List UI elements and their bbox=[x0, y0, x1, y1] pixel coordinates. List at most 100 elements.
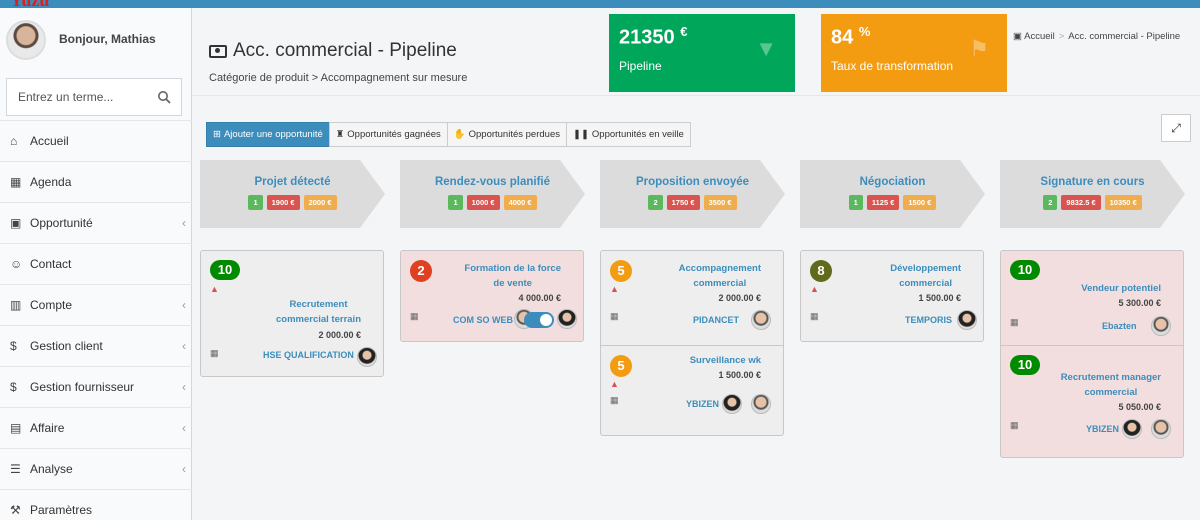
stage-count-badge: 1 bbox=[248, 195, 263, 210]
company-name[interactable]: Ebazten bbox=[1102, 321, 1137, 331]
contact-avatar[interactable] bbox=[722, 394, 742, 414]
opportunity-title[interactable]: Recrutement manager commercial bbox=[1061, 370, 1161, 400]
contact-avatar[interactable] bbox=[1122, 419, 1142, 439]
stage-badges: 2 1750 € 3500 € bbox=[600, 195, 785, 210]
opportunity-title[interactable]: Développement commercial bbox=[890, 261, 961, 291]
opportunity-card[interactable]: 8 ▲ Développement commercial 1 500.00 € ▦… bbox=[800, 250, 984, 342]
sidebar-item-gestion-client[interactable]: $ Gestion client ‹ bbox=[0, 325, 192, 366]
sidebar-item-compte[interactable]: ▥ Compte ‹ bbox=[0, 284, 192, 325]
company-name[interactable]: COM SO WEB bbox=[453, 315, 513, 325]
expand-icon: ⤢ bbox=[1171, 121, 1181, 135]
user-avatar[interactable] bbox=[6, 20, 46, 60]
briefcase-icon: ▤ bbox=[10, 421, 22, 435]
toggle-switch[interactable] bbox=[524, 312, 554, 328]
stage-arrow-shape bbox=[400, 160, 585, 228]
stage-arrow-shape bbox=[1000, 160, 1185, 228]
opportunity-title[interactable]: Formation de la force de vente bbox=[464, 261, 561, 291]
sidebar-item-gestion-fournisseur[interactable]: $ Gestion fournisseur ‹ bbox=[0, 366, 192, 407]
calendar-icon[interactable]: ▦ bbox=[410, 311, 419, 322]
calendar-icon[interactable]: ▦ bbox=[610, 395, 619, 406]
owner-avatar[interactable] bbox=[751, 310, 771, 330]
opportunity-card[interactable]: 2 Formation de la force de vente 4 000.00… bbox=[400, 250, 584, 342]
search-input[interactable] bbox=[7, 79, 147, 115]
building-icon: ▥ bbox=[10, 298, 22, 312]
opportunity-title-line: commercial bbox=[693, 278, 747, 289]
opportunity-amount: 5 050.00 € bbox=[1118, 402, 1161, 412]
page-subtitle: Catégorie de produit > Accompagnement su… bbox=[209, 72, 468, 84]
owner-avatar[interactable] bbox=[957, 310, 977, 330]
page-header: Acc. commercial - Pipeline Catégorie de … bbox=[209, 40, 467, 84]
stage-arrow-shape bbox=[200, 160, 385, 228]
score-badge: 2 bbox=[410, 260, 432, 282]
stage-total-badge: 3500 € bbox=[703, 195, 737, 210]
stage-name: Projet détecté bbox=[254, 176, 331, 188]
page-title: Acc. commercial - Pipeline bbox=[209, 40, 467, 62]
warning-icon: ▲ bbox=[610, 284, 619, 294]
lost-opportunities-button[interactable]: ✋ Opportunités perdues bbox=[446, 122, 567, 147]
flag-icon: ⚑ bbox=[969, 36, 989, 61]
add-opportunity-button[interactable]: ⊞ Ajouter une opportunité bbox=[206, 122, 330, 147]
fullscreen-button[interactable]: ⤢ bbox=[1161, 114, 1191, 142]
breadcrumb-home[interactable]: Accueil bbox=[1024, 31, 1055, 42]
opportunity-title-line: commercial bbox=[1084, 387, 1138, 398]
opportunity-card[interactable]: 5 ▲ Accompagnement commercial 2 000.00 € … bbox=[601, 251, 783, 345]
company-name[interactable]: HSE QUALIFICATION bbox=[263, 350, 354, 360]
plus-square-icon: ⊞ bbox=[213, 129, 221, 140]
chevron-left-icon: ‹ bbox=[182, 380, 186, 394]
opportunity-title-line: Recrutement bbox=[289, 299, 348, 310]
sidebar-item-accueil[interactable]: ⌂ Accueil bbox=[0, 120, 192, 161]
owner-avatar[interactable] bbox=[357, 347, 377, 367]
stage-header: Négociation 1 1125 € 1500 € bbox=[800, 160, 985, 228]
company-name[interactable]: PIDANCET bbox=[693, 315, 739, 325]
calendar-icon[interactable]: ▦ bbox=[1010, 420, 1019, 431]
opportunity-title[interactable]: Vendeur potentiel bbox=[1081, 281, 1161, 296]
company-name[interactable]: YBIZEN bbox=[1086, 424, 1119, 434]
opportunity-title[interactable]: Surveillance wk bbox=[690, 353, 761, 368]
sidebar-item-agenda[interactable]: ▦ Agenda bbox=[0, 161, 192, 202]
search-icon[interactable] bbox=[157, 90, 171, 104]
pause-icon: ❚❚ bbox=[572, 129, 589, 140]
standby-opportunities-button[interactable]: ❚❚ Opportunités en veille bbox=[565, 122, 691, 147]
stage-header: Projet détecté 1 1900 € 2000 € bbox=[200, 160, 385, 228]
opportunity-card[interactable]: 5 ▲ Surveillance wk 1 500.00 € ▦ YBIZEN bbox=[601, 345, 783, 437]
trophy-icon: ♜ bbox=[335, 129, 345, 140]
opportunity-card-group: 10 Vendeur potentiel 5 300.00 € ▦ Ebazte… bbox=[1000, 250, 1184, 458]
calendar-icon[interactable]: ▦ bbox=[210, 348, 219, 359]
sidebar-item-label: Gestion fournisseur bbox=[30, 380, 135, 394]
calendar-icon[interactable]: ▦ bbox=[810, 311, 819, 322]
owner-avatar[interactable] bbox=[1151, 419, 1171, 439]
sidebar-item-label: Analyse bbox=[30, 462, 73, 476]
stage-total-badge: 1500 € bbox=[903, 195, 937, 210]
owner-avatar[interactable] bbox=[751, 394, 771, 414]
wrench-icon: ⚒ bbox=[10, 503, 21, 517]
pipeline-column-rendez-vous-planifie: Rendez-vous planifié 1 1000 € 4000 € 2 F… bbox=[400, 160, 585, 342]
opportunity-card[interactable]: 10 Recrutement manager commercial 5 050.0… bbox=[1001, 345, 1183, 457]
stage-badges: 2 9832.5 € 10350 € bbox=[1000, 195, 1185, 210]
opportunity-title-line: Formation de la force bbox=[464, 263, 561, 274]
sidebar-item-parametres[interactable]: ⚒ Paramètres bbox=[0, 489, 192, 520]
calendar-icon: ▦ bbox=[10, 175, 22, 189]
opportunity-title[interactable]: Accompagnement commercial bbox=[679, 261, 761, 291]
company-name[interactable]: YBIZEN bbox=[686, 399, 719, 409]
sidebar-item-contact[interactable]: ☺ Contact bbox=[0, 243, 192, 284]
opportunity-card[interactable]: 10 ▲ Recrutement commercial terrain 2 000… bbox=[200, 250, 384, 377]
kpi-rate-unit: % bbox=[858, 24, 871, 39]
opportunity-title[interactable]: Recrutement commercial terrain bbox=[276, 297, 361, 327]
breadcrumb-separator: > bbox=[1058, 31, 1065, 42]
owner-avatar[interactable] bbox=[1151, 316, 1171, 336]
opportunity-card[interactable]: 10 Vendeur potentiel 5 300.00 € ▦ Ebazte… bbox=[1001, 251, 1183, 345]
won-opportunities-button[interactable]: ♜ Opportunités gagnées bbox=[328, 122, 448, 147]
sidebar-item-analyse[interactable]: ☰ Analyse ‹ bbox=[0, 448, 192, 489]
calendar-icon[interactable]: ▦ bbox=[1010, 317, 1019, 328]
opportunity-amount: 4 000.00 € bbox=[518, 293, 561, 303]
owner-avatar[interactable] bbox=[557, 309, 577, 329]
score-badge: 10 bbox=[1010, 355, 1040, 375]
kpi-pipeline-value: 21350 bbox=[619, 26, 675, 49]
sidebar-item-opportunite[interactable]: ▣ Opportunité ‹ bbox=[0, 202, 192, 243]
calendar-icon[interactable]: ▦ bbox=[610, 311, 619, 322]
stage-header: Rendez-vous planifié 1 1000 € 4000 € bbox=[400, 160, 585, 228]
company-name[interactable]: TEMPORIS bbox=[905, 315, 952, 325]
opportunity-amount: 5 300.00 € bbox=[1118, 298, 1161, 308]
stage-total-badge: 4000 € bbox=[503, 195, 537, 210]
sidebar-item-affaire[interactable]: ▤ Affaire ‹ bbox=[0, 407, 192, 448]
